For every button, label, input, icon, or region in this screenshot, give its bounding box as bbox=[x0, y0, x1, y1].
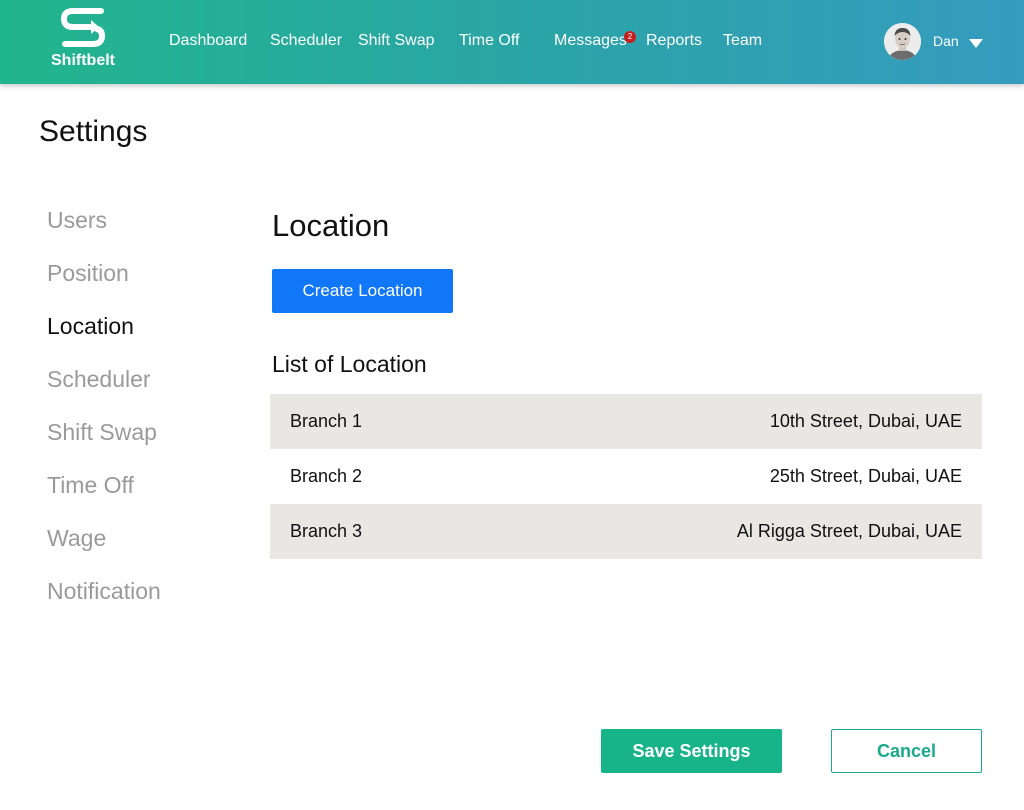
nav-dashboard[interactable]: Dashboard bbox=[169, 32, 247, 50]
location-row[interactable]: Branch 1 10th Street, Dubai, UAE bbox=[270, 394, 982, 449]
cancel-button[interactable]: Cancel bbox=[831, 729, 982, 773]
sidebar-item-wage[interactable]: Wage bbox=[47, 525, 106, 552]
list-title: List of Location bbox=[272, 351, 427, 377]
location-name: Branch 2 bbox=[290, 466, 363, 486]
user-avatar-photo bbox=[884, 23, 921, 60]
nav-team[interactable]: Team bbox=[723, 32, 762, 50]
nav-scheduler[interactable]: Scheduler bbox=[270, 32, 342, 50]
caret-down-icon[interactable] bbox=[969, 39, 983, 48]
sidebar-item-notification[interactable]: Notification bbox=[47, 578, 161, 605]
sidebar-item-users[interactable]: Users bbox=[47, 207, 107, 234]
location-list: Branch 1 10th Street, Dubai, UAE Branch … bbox=[270, 394, 982, 559]
brand-logo[interactable]: Shiftbelt bbox=[44, 8, 122, 72]
shiftbelt-s-arrows-icon bbox=[61, 8, 105, 47]
brand-name: Shiftbelt bbox=[51, 52, 115, 69]
nav-shift-swap[interactable]: Shift Swap bbox=[358, 32, 434, 50]
user-avatar bbox=[884, 23, 921, 60]
location-row[interactable]: Branch 3 Al Rigga Street, Dubai, UAE bbox=[270, 504, 982, 559]
user-name: Dan bbox=[933, 33, 959, 49]
nav-reports[interactable]: Reports bbox=[646, 32, 702, 50]
messages-unread-badge: 2 bbox=[624, 31, 636, 43]
section-title: Location bbox=[272, 208, 390, 243]
location-address: 10th Street, Dubai, UAE bbox=[769, 411, 962, 431]
location-name: Branch 1 bbox=[290, 411, 363, 431]
location-address: 25th Street, Dubai, UAE bbox=[769, 466, 962, 486]
sidebar-item-scheduler[interactable]: Scheduler bbox=[47, 366, 151, 393]
sidebar-item-time-off[interactable]: Time Off bbox=[47, 472, 134, 499]
user-menu[interactable]: Dan bbox=[884, 23, 988, 61]
location-name: Branch 3 bbox=[290, 521, 363, 541]
top-navigation-bar: Shiftbelt Dashboard Scheduler Shift Swap… bbox=[0, 0, 1024, 84]
location-address: Al Rigga Street, Dubai, UAE bbox=[736, 521, 962, 541]
nav-messages[interactable]: Messages bbox=[554, 32, 627, 50]
sidebar-item-location[interactable]: Location bbox=[47, 313, 134, 340]
page-title: Settings bbox=[39, 115, 148, 148]
sidebar-item-position[interactable]: Position bbox=[47, 260, 129, 287]
sidebar-item-shift-swap[interactable]: Shift Swap bbox=[47, 419, 157, 446]
create-location-button[interactable]: Create Location bbox=[272, 269, 453, 313]
location-row[interactable]: Branch 2 25th Street, Dubai, UAE bbox=[270, 449, 982, 504]
save-settings-button[interactable]: Save Settings bbox=[601, 729, 782, 773]
nav-time-off[interactable]: Time Off bbox=[459, 32, 519, 50]
